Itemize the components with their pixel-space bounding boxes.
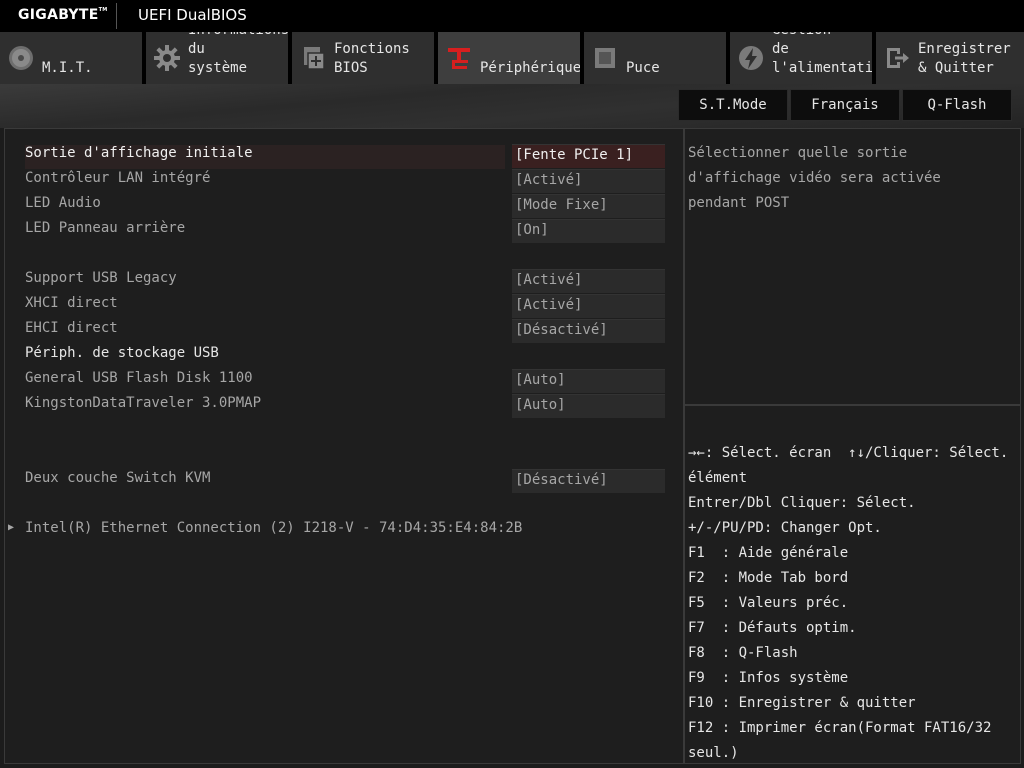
settings-panel: Sortie d'affichage initiale [Fente PCIe … <box>4 128 684 764</box>
tab-mit[interactable]: M.I.T. <box>0 32 144 84</box>
tab-system-info[interactable]: Informations du système <box>146 32 290 84</box>
key-line: +/-/PU/PD: Changer Opt. <box>688 520 882 536</box>
setting-value[interactable]: [Désactivé] <box>512 319 665 343</box>
submenu-arrow-icon: ▶ <box>8 522 15 533</box>
setting-initial-display-output[interactable]: Sortie d'affichage initiale <box>25 141 253 166</box>
tab-bar: M.I.T. Informations du système Fonctions… <box>0 32 1024 84</box>
setting-kvm-switch[interactable]: Deux couche Switch KVM <box>25 466 210 491</box>
submenu-intel-ethernet[interactable]: Intel(R) Ethernet Connection (2) I218-V … <box>25 516 522 541</box>
key-line: F9 : Infos système <box>688 670 849 686</box>
key-line: F12 : Imprimer écran(Format FAT16/32 seu… <box>688 720 1000 761</box>
setting-rear-panel-led[interactable]: LED Panneau arrière <box>25 216 185 241</box>
tab-chipset[interactable]: Puce <box>584 32 728 84</box>
qflash-button[interactable]: Q-Flash <box>902 89 1012 121</box>
setting-ehci-handoff[interactable]: EHCI direct <box>25 316 118 341</box>
setting-kingston-traveler[interactable]: KingstonDataTraveler 3.0PMAP <box>25 391 261 416</box>
title-bar: GIGABYTETM UEFI DualBIOS <box>0 0 1024 32</box>
exit-icon <box>882 43 912 73</box>
setting-value[interactable]: [Auto] <box>512 394 665 418</box>
setting-value[interactable]: [Activé] <box>512 169 665 193</box>
key-line: F5 : Valeurs préc. <box>688 595 849 611</box>
setting-xhci-handoff[interactable]: XHCI direct <box>25 291 118 316</box>
peripherals-icon <box>444 43 474 73</box>
gear-icon <box>152 43 182 73</box>
setting-value[interactable]: [Désactivé] <box>512 469 665 493</box>
tab-bios-features[interactable]: Fonctions BIOS <box>292 32 436 84</box>
app-title: UEFI DualBIOS <box>138 6 247 24</box>
tab-label: Informations du système <box>188 32 288 76</box>
key-legend-panel: →←: Sélect. écran ↑↓/Cliquer: Sélect. él… <box>684 405 1021 764</box>
setting-value[interactable]: [Fente PCIe 1] <box>512 144 665 168</box>
tab-save-exit[interactable]: Enregistrer & Quitter <box>876 32 1024 84</box>
key-line: F1 : Aide générale <box>688 545 849 561</box>
key-line: F10 : Enregistrer & quitter <box>688 695 916 711</box>
setting-value[interactable]: [Activé] <box>512 294 665 318</box>
setting-onboard-lan[interactable]: Contrôleur LAN intégré <box>25 166 210 191</box>
tab-label: Enregistrer & Quitter <box>918 41 1011 76</box>
setting-value[interactable]: [On] <box>512 219 665 243</box>
language-button[interactable]: Français <box>790 89 900 121</box>
setting-usb-flash-disk[interactable]: General USB Flash Disk 1100 <box>25 366 253 391</box>
key-line: F7 : Défauts optim. <box>688 620 857 636</box>
tab-power-management[interactable]: Gestion de l'alimentation <box>730 32 874 84</box>
sub-toolbar: S.T.Mode Français Q-Flash <box>0 84 1024 128</box>
help-text: Sélectionner quelle sortie d'affichage v… <box>688 145 941 211</box>
setting-legacy-usb-support[interactable]: Support USB Legacy <box>25 266 177 291</box>
section-usb-storage-devices: Périph. de stockage USB <box>25 345 219 361</box>
tab-label: Périphériques <box>480 60 582 76</box>
key-legend-list: →←: Sélect. écran ↑↓/Cliquer: Sélect. él… <box>688 441 1018 766</box>
key-line: Entrer/Dbl Cliquer: Sélect. <box>688 495 916 511</box>
chipset-icon <box>590 43 620 73</box>
tab-label: Puce <box>626 60 660 76</box>
setting-value[interactable]: [Mode Fixe] <box>512 194 665 218</box>
power-bolt-icon <box>736 43 766 73</box>
help-panel: Sélectionner quelle sortie d'affichage v… <box>684 128 1021 405</box>
tab-label: M.I.T. <box>42 60 93 76</box>
tab-label: Fonctions BIOS <box>334 41 410 76</box>
tab-label: Gestion de l'alimentation <box>772 32 874 76</box>
key-line: →←: Sélect. écran ↑↓/Cliquer: Sélect. él… <box>688 445 1017 486</box>
chip-plus-icon <box>298 43 328 73</box>
setting-audio-led[interactable]: LED Audio <box>25 191 101 216</box>
key-line: F2 : Mode Tab bord <box>688 570 849 586</box>
tab-peripherals[interactable]: Périphériques <box>438 32 582 84</box>
disc-icon <box>6 43 36 73</box>
brand-logo: GIGABYTETM <box>18 7 108 23</box>
key-line: F8 : Q-Flash <box>688 645 798 661</box>
setting-value[interactable]: [Auto] <box>512 369 665 393</box>
title-divider <box>116 3 117 29</box>
setting-value[interactable]: [Activé] <box>512 269 665 293</box>
stmode-button[interactable]: S.T.Mode <box>678 89 788 121</box>
